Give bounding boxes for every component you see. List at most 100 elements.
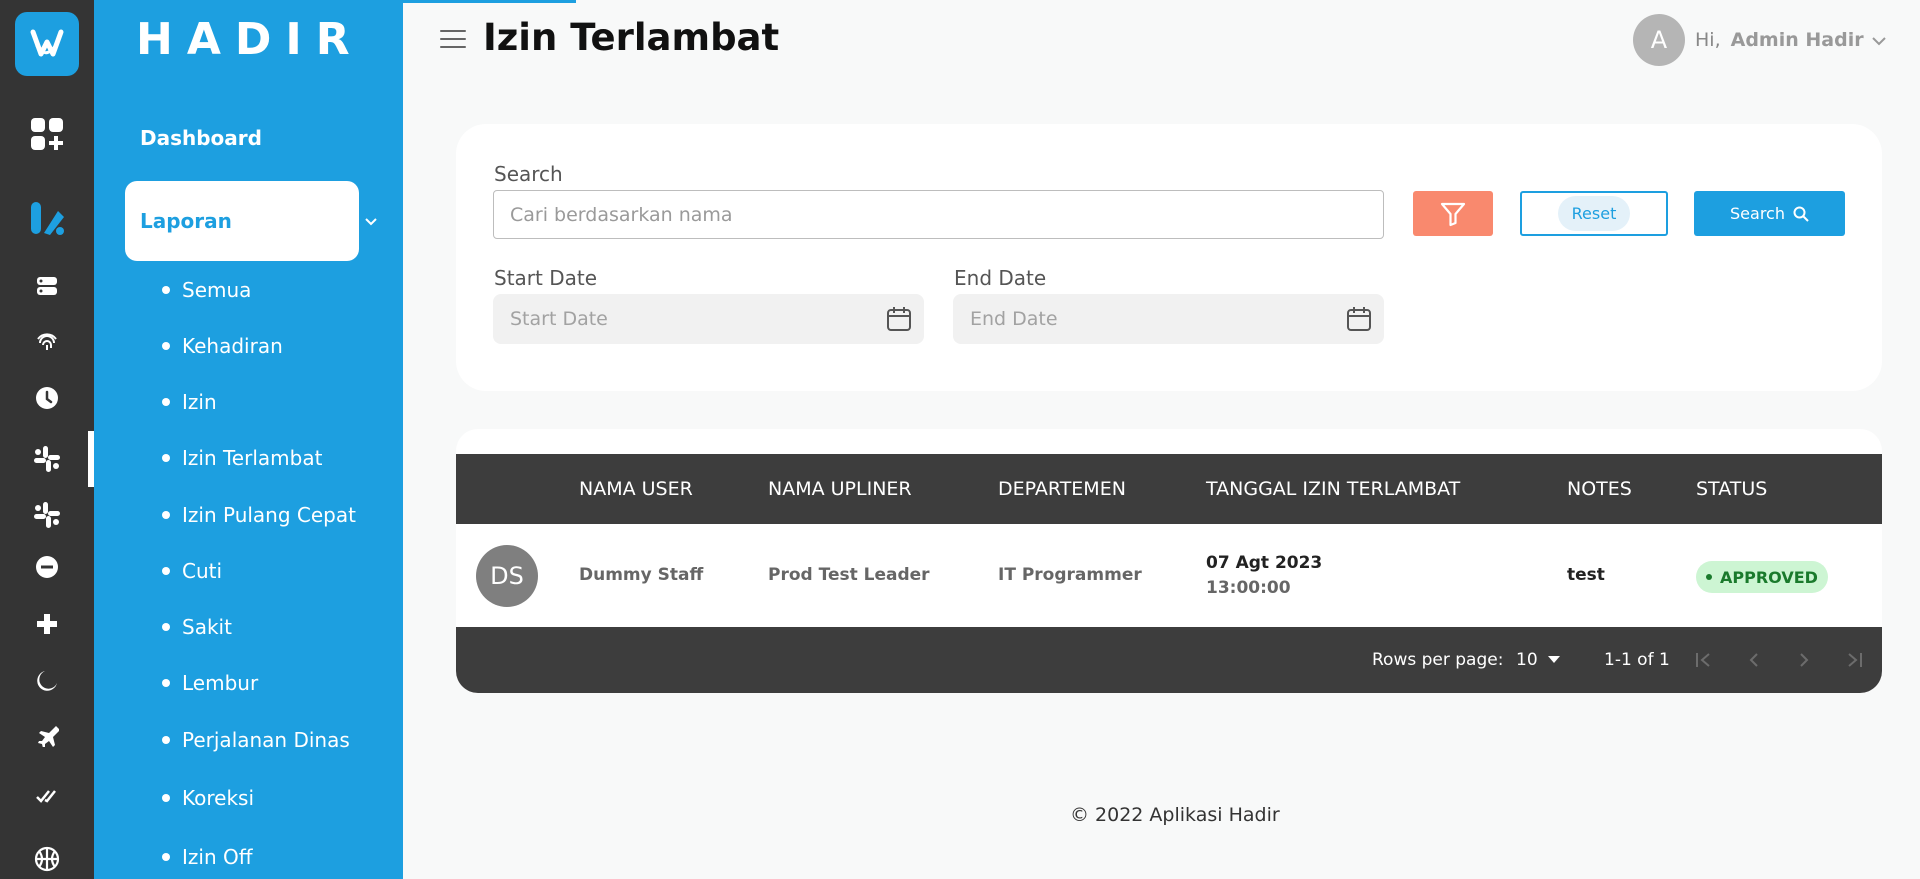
rows-per-page-label: Rows per page:	[1372, 650, 1504, 670]
slack-icon-active[interactable]	[0, 431, 94, 487]
dashboard-apps-icon[interactable]	[0, 112, 94, 156]
rows-per-page-select[interactable]: 10	[1516, 627, 1560, 693]
footer-copyright: © 2022 Aplikasi Hadir	[1070, 804, 1280, 826]
sidebar-item-perjalanan-dinas[interactable]: Perjalanan Dinas	[162, 728, 350, 752]
fingerprint-icon[interactable]	[0, 320, 94, 364]
airplane-icon[interactable]	[0, 713, 94, 757]
user-name: Admin Hadir	[1730, 29, 1864, 51]
sidebar-item-semua[interactable]: Semua	[162, 278, 251, 302]
start-date-label: Start Date	[494, 266, 598, 290]
sidebar-item-izin-terlambat[interactable]: Izin Terlambat	[162, 446, 322, 470]
avatar: A	[1633, 14, 1685, 66]
double-check-icon[interactable]	[0, 774, 94, 818]
status-badge: APPROVED	[1696, 561, 1828, 593]
chevron-down-icon[interactable]	[364, 212, 378, 231]
sidebar-item-izin[interactable]: Izin	[162, 390, 217, 414]
sidebar-item-sakit[interactable]: Sakit	[162, 615, 232, 639]
logo-icon	[30, 29, 64, 57]
sidebar-item-label: Kehadiran	[182, 334, 283, 358]
cell-tanggal: 07 Agt 2023	[1206, 553, 1323, 573]
pagination-range: 1-1 of 1	[1604, 650, 1670, 670]
cell-nama-user: Dummy Staff	[579, 565, 704, 585]
caret-down-icon	[1547, 656, 1560, 663]
app-logo[interactable]	[15, 12, 79, 76]
sidebar-group-laporan[interactable]: Laporan	[125, 181, 359, 261]
sidebar-item-koreksi[interactable]: Koreksi	[162, 786, 254, 810]
bullet-icon	[162, 567, 170, 575]
sidebar: HADIR Dashboard Laporan Semua Kehadiran …	[94, 0, 403, 879]
icon-rail	[0, 0, 94, 879]
search-button[interactable]: Search	[1694, 191, 1845, 236]
rows-per-page-value: 10	[1516, 650, 1538, 670]
moon-icon[interactable]	[0, 658, 94, 702]
sidebar-item-label: Lembur	[182, 671, 259, 695]
sidebar-item-label: Izin Pulang Cepat	[182, 503, 356, 527]
cell-notes: test	[1567, 565, 1605, 585]
bullet-icon	[162, 454, 170, 462]
sidebar-item-dashboard[interactable]: Dashboard	[140, 126, 262, 150]
table-header: NAMA USER NAMA UPLINER DEPARTEMEN TANGGA…	[456, 454, 1882, 524]
data-table: NAMA USER NAMA UPLINER DEPARTEMEN TANGGA…	[456, 429, 1882, 693]
user-menu[interactable]: A Hi, Admin Hadir	[1633, 14, 1886, 66]
greeting: Hi,	[1695, 29, 1721, 51]
column-header-notes[interactable]: NOTES	[1567, 454, 1632, 524]
bullet-icon	[162, 511, 170, 519]
basketball-icon[interactable]	[0, 837, 94, 879]
sidebar-item-label: Sakit	[182, 615, 232, 639]
minus-circle-icon[interactable]	[0, 545, 94, 589]
end-date-input[interactable]	[970, 308, 1310, 330]
bullet-icon	[162, 794, 170, 802]
page-title: Izin Terlambat	[483, 16, 780, 59]
bullet-icon	[162, 342, 170, 350]
sidebar-item-izin-pulang-cepat[interactable]: Izin Pulang Cepat	[162, 503, 356, 527]
filter-button[interactable]	[1413, 191, 1493, 236]
calendar-icon[interactable]	[1346, 306, 1372, 332]
end-date-field[interactable]	[953, 294, 1384, 344]
filter-card: Search Reset Search Start Date End Date	[456, 124, 1882, 391]
column-header-tanggal[interactable]: TANGGAL IZIN TERLAMBAT	[1206, 454, 1460, 524]
sidebar-item-label: Izin Off	[182, 845, 253, 869]
clock-icon[interactable]	[0, 376, 94, 420]
brand-name: HADIR	[136, 14, 364, 65]
column-header-nama-user[interactable]: NAMA USER	[579, 454, 693, 524]
column-header-status[interactable]: STATUS	[1696, 454, 1767, 524]
status-dot-icon	[1706, 574, 1712, 580]
search-input[interactable]	[493, 190, 1384, 239]
bullet-icon	[162, 398, 170, 406]
bullet-icon	[162, 853, 170, 861]
sidebar-item-cuti[interactable]: Cuti	[162, 559, 222, 583]
column-header-nama-upliner[interactable]: NAMA UPLINER	[768, 454, 912, 524]
sidebar-item-lembur[interactable]: Lembur	[162, 671, 258, 695]
search-icon	[1793, 206, 1809, 222]
next-page-icon[interactable]	[1792, 648, 1816, 672]
sidebar-item-label: Semua	[182, 278, 252, 302]
sidebar-item-label: Perjalanan Dinas	[182, 728, 350, 752]
sidebar-item-izin-off[interactable]: Izin Off	[162, 845, 253, 869]
hamburger-menu-icon[interactable]	[440, 30, 466, 48]
sidebar-item-kehadiran[interactable]: Kehadiran	[162, 334, 283, 358]
chevron-down-icon[interactable]	[1871, 31, 1886, 50]
server-icon[interactable]	[0, 264, 94, 308]
first-page-icon[interactable]	[1692, 648, 1716, 672]
reset-button[interactable]: Reset	[1520, 191, 1668, 236]
sidebar-item-label: Izin	[182, 390, 217, 414]
bullet-icon	[162, 623, 170, 631]
sidebar-item-label: Cuti	[182, 559, 223, 583]
cell-departemen: IT Programmer	[998, 565, 1142, 585]
table-row[interactable]: DS Dummy Staff Prod Test Leader IT Progr…	[456, 524, 1882, 627]
plus-icon[interactable]	[0, 602, 94, 646]
previous-page-icon[interactable]	[1742, 648, 1766, 672]
table-pagination: Rows per page: 10 1-1 of 1	[456, 627, 1882, 693]
start-date-input[interactable]	[510, 308, 850, 330]
start-date-field[interactable]	[493, 294, 924, 344]
last-page-icon[interactable]	[1842, 648, 1866, 672]
slack-icon[interactable]	[0, 493, 94, 537]
cell-nama-upliner: Prod Test Leader	[768, 565, 930, 585]
cell-jam: 13:00:00	[1206, 578, 1291, 598]
search-label: Search	[494, 162, 563, 186]
report-icon[interactable]	[0, 196, 94, 240]
calendar-icon[interactable]	[886, 306, 912, 332]
sidebar-item-label: Izin Terlambat	[182, 446, 323, 470]
column-header-departemen[interactable]: DEPARTEMEN	[998, 454, 1126, 524]
status-label: APPROVED	[1720, 567, 1818, 587]
